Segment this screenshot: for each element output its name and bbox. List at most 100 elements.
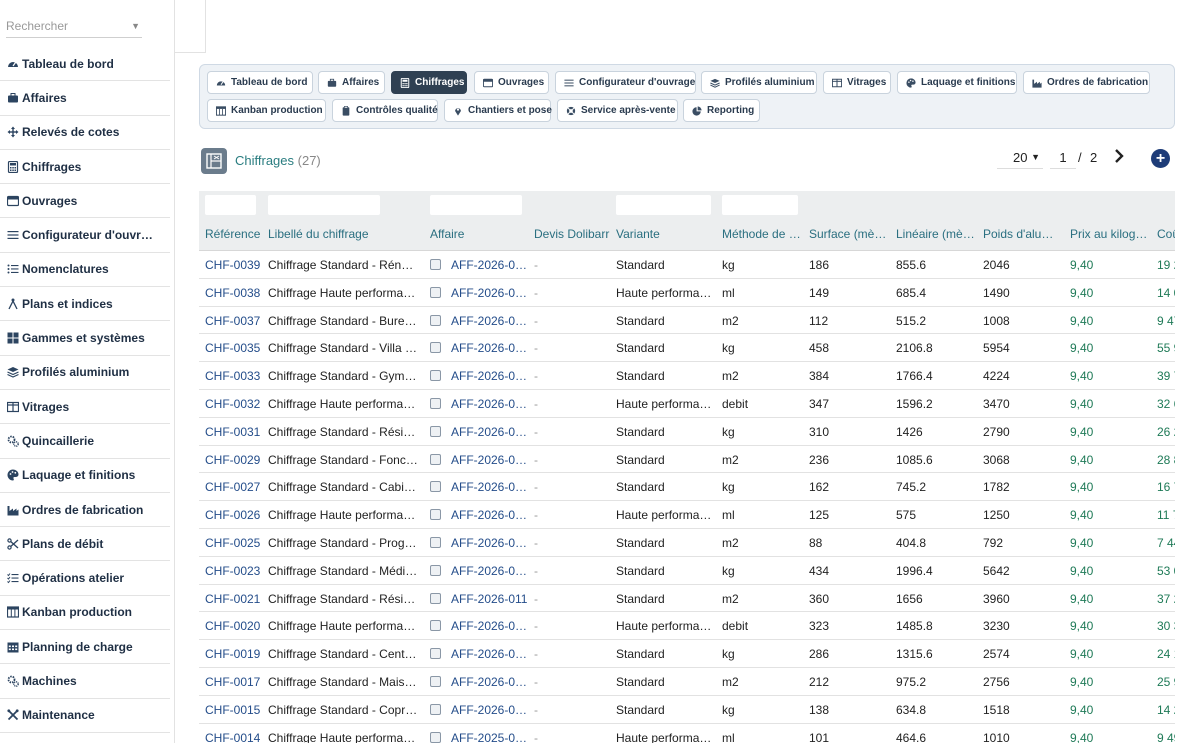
sidebar-item-laquage-et-finitions[interactable]: Laquage et finitions — [0, 459, 170, 493]
sidebar-item-plans-de-debit[interactable]: Plans de débit — [0, 527, 170, 562]
cell-affaire-link[interactable]: AFF-2026-015 — [451, 453, 528, 467]
sidebar-item-operations-atelier[interactable]: Opérations atelier — [0, 561, 170, 596]
cell-reference[interactable]: CHF-0020 — [205, 619, 263, 633]
column-filter-input[interactable] — [616, 195, 711, 215]
cell-affaire-link[interactable]: AFF-2026-012 — [451, 564, 528, 578]
affaire-link-icon[interactable] — [430, 453, 441, 465]
sidebar-item-tableau-de-bord[interactable]: Tableau de bord — [0, 47, 170, 82]
cell-reference[interactable]: CHF-0037 — [205, 314, 263, 328]
cell-reference[interactable]: CHF-0032 — [205, 397, 263, 411]
tab-configurateur-d-ouvrage[interactable]: Configurateur d'ouvrage — [555, 71, 696, 94]
sidebar-item-ordres-de-fabrication[interactable]: Ordres de fabrication — [0, 493, 170, 528]
affaire-link-icon[interactable] — [430, 398, 441, 409]
affaire-link-icon[interactable] — [430, 648, 441, 660]
table-row[interactable]: CHF-0020 Chiffrage Haute performanc… AFF-2… — [199, 612, 1175, 641]
tab-tableau-de-bord[interactable]: Tableau de bord — [207, 71, 313, 94]
cell-affaire-link[interactable]: AFF-2026-011 — [451, 592, 528, 606]
table-row[interactable]: CHF-0025 Chiffrage Standard - Progra… AFF-… — [199, 529, 1175, 557]
table-row[interactable]: CHF-0015 Chiffrage Standard - Coprop… AFF-… — [199, 696, 1175, 724]
tab-ordres-de-fabrication[interactable]: Ordres de fabrication — [1023, 71, 1150, 94]
current-page-input[interactable]: 1 — [1050, 146, 1076, 169]
sidebar-item-profiles-aluminium[interactable]: Profilés aluminium — [0, 356, 170, 390]
cell-affaire-link[interactable]: AFF-2026-019 — [451, 286, 528, 300]
affaire-link-icon[interactable] — [430, 259, 441, 270]
affaire-link-icon[interactable] — [430, 592, 441, 604]
cell-reference[interactable]: CHF-0014 — [205, 731, 263, 743]
page-size-select[interactable]: 20 ▼ — [997, 146, 1043, 169]
cell-reference[interactable]: CHF-0019 — [205, 647, 263, 661]
cell-affaire-link[interactable]: AFF-2026-010 — [451, 647, 528, 661]
next-page-icon[interactable] — [1112, 148, 1126, 164]
table-row[interactable]: CHF-0021 Chiffrage Standard - Réside… AFF-… — [199, 585, 1175, 613]
table-row[interactable]: CHF-0039 Chiffrage Standard - Rénov… AFF-2… — [199, 251, 1175, 279]
cell-reference[interactable]: CHF-0031 — [205, 425, 263, 439]
cell-affaire-link[interactable]: AFF-2026-017 — [451, 369, 528, 383]
sidebar-item-affaires[interactable]: Affaires — [0, 81, 170, 116]
cell-reference[interactable]: CHF-0033 — [205, 369, 263, 383]
column-header[interactable]: Prix au kilogr… — [1070, 227, 1150, 241]
table-row[interactable]: CHF-0035 Chiffrage Standard - Villa B… AFF… — [199, 334, 1175, 363]
cell-affaire-link[interactable]: AFF-2026-009 — [451, 675, 528, 689]
column-header[interactable]: Libellé du chiffrage — [268, 227, 424, 241]
cell-reference[interactable]: CHF-0039 — [205, 258, 263, 272]
tab-affaires[interactable]: Affaires — [318, 71, 385, 94]
cell-affaire-link[interactable]: AFF-2026-008 — [451, 703, 528, 717]
cell-reference[interactable]: CHF-0025 — [205, 536, 263, 550]
table-row[interactable]: CHF-0019 Chiffrage Standard - Centre … AFF… — [199, 640, 1175, 668]
sidebar-item-gammes-et-systemes[interactable]: Gammes et systèmes — [0, 321, 170, 356]
cell-reference[interactable]: CHF-0021 — [205, 592, 263, 606]
column-filter-input[interactable] — [722, 195, 798, 215]
column-filter-input[interactable] — [268, 195, 380, 215]
tab-chiffrages[interactable]: Chiffrages — [391, 71, 467, 94]
cell-affaire-link[interactable]: AFF-2026-016 — [451, 397, 528, 411]
column-header[interactable]: Coû… — [1157, 227, 1175, 241]
table-row[interactable]: CHF-0027 Chiffrage Standard - Cabine… AFF-… — [199, 473, 1175, 502]
sidebar-item-plans-et-indices[interactable]: Plans et indices — [0, 287, 170, 322]
cell-affaire-link[interactable]: AFF-2026-010 — [451, 619, 528, 633]
search-select[interactable]: Rechercher ▼ — [6, 14, 142, 38]
cell-affaire-link[interactable]: AFF-2026-018 — [451, 341, 528, 355]
tab-chantiers-et-pose[interactable]: Chantiers et pose — [444, 99, 552, 122]
affaire-link-icon[interactable] — [430, 481, 441, 493]
cell-affaire-link[interactable]: AFF-2025-007 — [451, 731, 528, 743]
table-row[interactable]: CHF-0033 Chiffrage Standard - Gymna… AFF-2… — [199, 362, 1175, 390]
table-row[interactable]: CHF-0032 Chiffrage Haute performanc… AFF-2… — [199, 390, 1175, 418]
sidebar-item-configurateur-d-ouvr[interactable]: Configurateur d'ouvr… — [0, 218, 170, 253]
column-header[interactable]: Affaire — [430, 227, 528, 241]
cell-affaire-link[interactable]: AFF-2026-019 — [451, 314, 528, 328]
affaire-link-icon[interactable] — [430, 703, 441, 715]
table-row[interactable]: CHF-0026 Chiffrage Haute performanc… AFF-2… — [199, 501, 1175, 529]
column-header[interactable]: Méthode de … — [722, 227, 802, 241]
cell-reference[interactable]: CHF-0038 — [205, 286, 263, 300]
tab-service-apres-vente[interactable]: Service après-vente — [557, 99, 678, 122]
cell-affaire-link[interactable]: AFF-2026-020 — [451, 258, 528, 272]
add-button[interactable]: + — [1151, 149, 1170, 168]
affaire-link-icon[interactable] — [430, 286, 441, 298]
table-row[interactable]: CHF-0023 Chiffrage Standard - Médiat… AFF-… — [199, 557, 1175, 585]
sidebar-item-quincaillerie[interactable]: Quincaillerie — [0, 424, 170, 459]
affaire-link-icon[interactable] — [430, 425, 441, 437]
column-header[interactable]: Linéaire (mè… — [896, 227, 976, 241]
affaire-link-icon[interactable] — [430, 564, 441, 576]
column-header[interactable]: Variante — [616, 227, 716, 241]
sidebar-item-kanban-production[interactable]: Kanban production — [0, 596, 170, 631]
cell-reference[interactable]: CHF-0029 — [205, 453, 263, 467]
tab-vitrages[interactable]: Vitrages — [823, 71, 891, 94]
cell-affaire-link[interactable]: AFF-2026-013 — [451, 536, 528, 550]
column-filter-input[interactable] — [430, 195, 522, 215]
cell-affaire-link[interactable]: AFF-2026-014 — [451, 480, 528, 494]
affaire-link-icon[interactable] — [430, 509, 441, 521]
table-row[interactable]: CHF-0014 Chiffrage Haute performanc… AFF-2… — [199, 724, 1175, 743]
cell-reference[interactable]: CHF-0027 — [205, 480, 263, 494]
cell-reference[interactable]: CHF-0035 — [205, 341, 263, 355]
column-header[interactable]: Référence — [205, 227, 263, 241]
affaire-link-icon[interactable] — [430, 342, 441, 354]
sidebar-item-nomenclatures[interactable]: Nomenclatures — [0, 253, 170, 288]
tab-laquage-et-finitions[interactable]: Laquage et finitions — [897, 71, 1017, 94]
tab-reporting[interactable]: Reporting — [683, 99, 760, 122]
tab-ouvrages[interactable]: Ouvrages — [474, 71, 549, 94]
cell-reference[interactable]: CHF-0023 — [205, 564, 263, 578]
cell-affaire-link[interactable]: AFF-2026-016 — [451, 425, 528, 439]
sidebar-item-planning-de-charge[interactable]: Planning de charge — [0, 630, 170, 665]
sidebar-item-machines[interactable]: Machines — [0, 664, 170, 699]
